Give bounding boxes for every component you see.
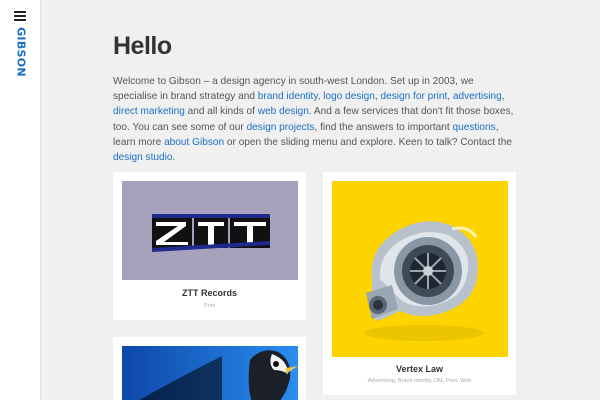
project-title[interactable]: ZTT Records [113, 288, 306, 298]
link-questions[interactable]: questions [452, 122, 495, 133]
bird-image [122, 346, 298, 400]
link-web-design[interactable]: web design [258, 106, 309, 117]
hamburger-menu-icon[interactable] [14, 11, 26, 21]
intro-text: or open the sliding menu and explore. Ke… [224, 136, 512, 148]
project-title[interactable]: Vertex Law [323, 364, 516, 374]
link-design-projects[interactable]: design projects [247, 122, 315, 133]
intro-text: and all kinds of [184, 106, 258, 118]
intro-text: , find the answers to important [314, 121, 453, 133]
project-thumbnail [332, 181, 508, 357]
project-card-bird[interactable] [113, 337, 306, 400]
intro-text: . [172, 152, 176, 164]
intro-paragraph: Welcome to Gibson – a design agency in s… [113, 74, 517, 165]
logo-text: GIBSON [14, 27, 28, 77]
project-tags: Print [203, 303, 216, 309]
project-tags: Advertising, Brand identity, DM, Print, … [367, 378, 472, 384]
link-design-for-print[interactable]: design for print [380, 91, 447, 102]
page-title: Hello [113, 32, 172, 60]
link-direct-marketing[interactable]: direct marketing [113, 106, 185, 117]
ztt-logo-image [122, 181, 298, 280]
turbocharger-image [332, 181, 508, 357]
intro-text: , [501, 91, 505, 103]
link-logo-design[interactable]: logo design [323, 91, 375, 102]
link-design-studio[interactable]: design studio [113, 152, 172, 163]
project-card-vertex-law[interactable]: Vertex Law Advertising, Brand identity, … [323, 172, 516, 395]
link-brand-identity[interactable]: brand identity [258, 91, 318, 102]
gibson-logo[interactable]: GIBSON [12, 27, 30, 77]
project-thumbnail [122, 181, 298, 280]
link-advertising[interactable]: advertising [453, 91, 502, 102]
project-thumbnail [122, 346, 298, 400]
project-card-ztt[interactable]: ZTT Records Print [113, 172, 306, 320]
sidebar: GIBSON [0, 0, 41, 400]
link-about-gibson[interactable]: about Gibson [164, 137, 224, 148]
